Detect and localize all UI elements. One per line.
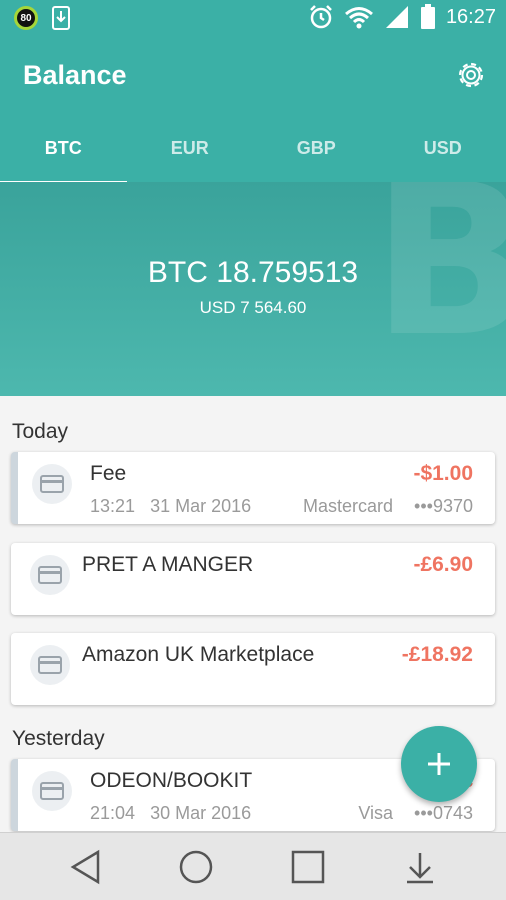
- transaction-title: PRET A MANGER: [82, 553, 254, 576]
- transaction-datetime: 13:21 31 Mar 2016: [90, 496, 251, 517]
- transaction-amount: -£6.90: [413, 553, 473, 576]
- card-type: Mastercard: [303, 496, 394, 516]
- tab-gbp[interactable]: GBP: [253, 116, 380, 182]
- transaction-title: Amazon UK Marketplace: [82, 643, 315, 666]
- recents-icon: [291, 850, 325, 884]
- section-title-today: Today: [12, 420, 69, 443]
- home-button[interactable]: [178, 849, 214, 885]
- balance-header: B BTC 18.759513 USD 7 564.60: [0, 182, 506, 396]
- battery-saver-icon: 80: [14, 6, 38, 30]
- transaction-card[interactable]: PRET A MANGER -£6.90: [11, 543, 495, 615]
- transaction-time: 21:04: [90, 803, 136, 823]
- transaction-amount: -$1.00: [413, 462, 473, 485]
- transaction-card[interactable]: Amazon UK Marketplace -£18.92: [11, 633, 495, 705]
- back-icon: [70, 849, 100, 885]
- wifi-icon: [344, 7, 373, 29]
- transaction-method: Mastercard •••9370: [303, 496, 473, 517]
- transaction-amount: -£18.92: [401, 643, 473, 666]
- add-button[interactable]: [401, 726, 477, 802]
- tab-eur[interactable]: EUR: [127, 116, 254, 182]
- transaction-card[interactable]: Fee -$1.00 13:21 31 Mar 2016 Mastercard …: [11, 452, 495, 524]
- transaction-title: Fee: [90, 462, 127, 485]
- home-icon: [179, 850, 213, 884]
- download-icon: [52, 6, 70, 30]
- card-number: •••9370: [414, 496, 473, 516]
- transaction-datetime: 21:04 30 Mar 2016: [90, 803, 251, 824]
- balance-converted: USD 7 564.60: [199, 298, 307, 317]
- transaction-title: ODEON/BOOKIT: [90, 769, 253, 792]
- notifications-button[interactable]: [402, 849, 438, 885]
- notifications-down-icon: [407, 853, 433, 884]
- card-icon: [30, 645, 70, 685]
- card-number: •••0743: [414, 803, 473, 823]
- card-icon: [30, 555, 70, 595]
- tab-btc[interactable]: BTC: [0, 116, 127, 184]
- section-title-yesterday: Yesterday: [12, 727, 105, 750]
- tab-usd[interactable]: USD: [380, 116, 506, 182]
- status-bar: 80 16:27: [0, 0, 506, 36]
- currency-tabs: BTC EUR GBP USD: [0, 116, 506, 184]
- transaction-date: 31 Mar 2016: [150, 496, 252, 516]
- page-title: Balance: [23, 60, 127, 90]
- battery-icon: [420, 4, 435, 29]
- transaction-method: Visa •••0743: [358, 803, 473, 824]
- back-button[interactable]: [68, 849, 104, 885]
- transaction-date: 30 Mar 2016: [150, 803, 252, 823]
- card-type: Visa: [358, 803, 394, 823]
- recents-button[interactable]: [290, 849, 326, 885]
- clock: 16:27: [445, 5, 496, 28]
- balance-amount: BTC 18.759513: [147, 256, 359, 289]
- transaction-time: 13:21: [90, 496, 136, 516]
- alarm-icon: [310, 5, 332, 29]
- card-icon: [32, 771, 72, 811]
- settings-button[interactable]: [454, 58, 488, 92]
- gear-icon: [458, 62, 484, 88]
- card-icon: [32, 464, 72, 504]
- signal-icon: [385, 6, 408, 28]
- app-bar: Balance: [0, 36, 506, 116]
- badge-count: 80: [20, 12, 32, 24]
- system-nav-bar: [0, 832, 506, 900]
- plus-icon: [428, 753, 450, 775]
